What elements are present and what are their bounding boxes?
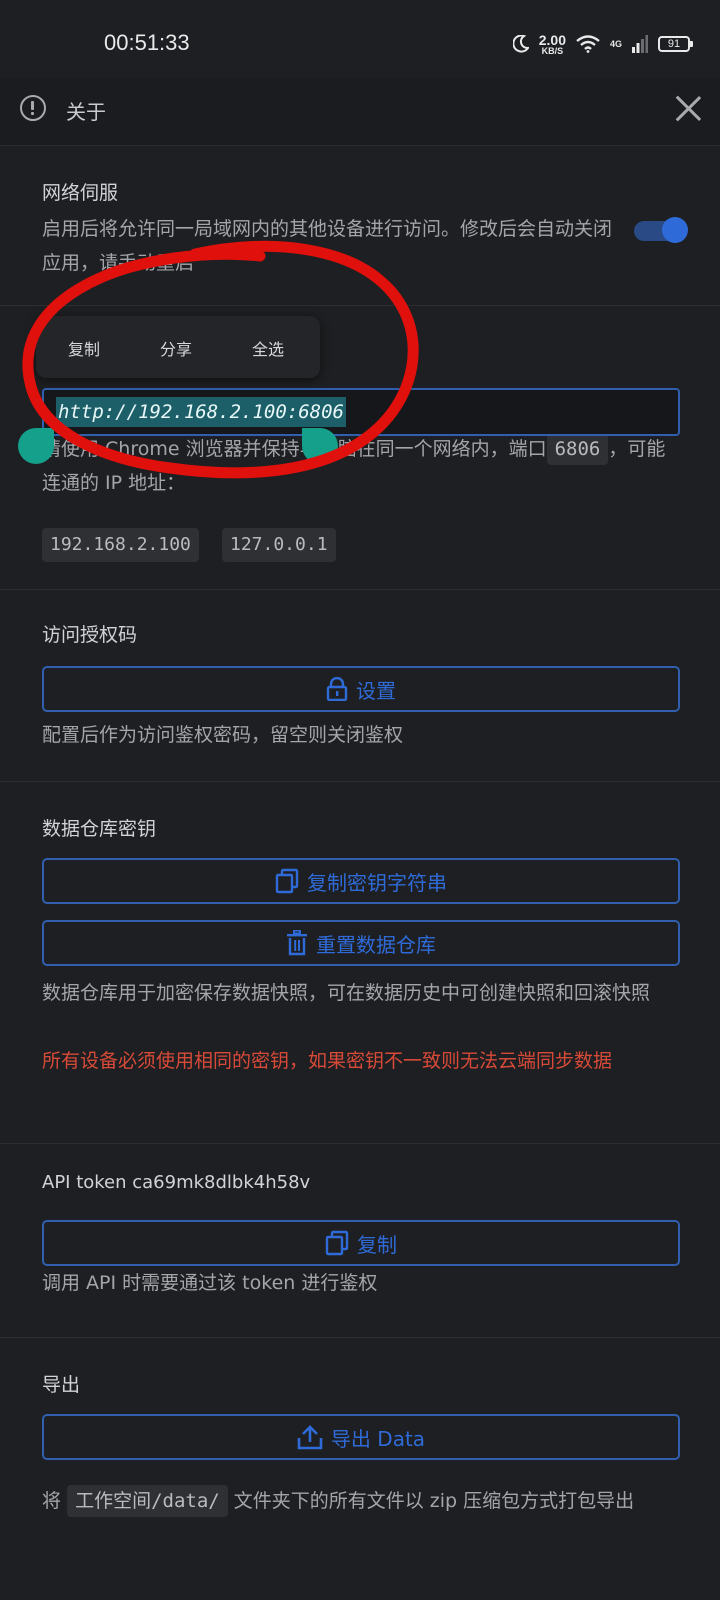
trash-icon [287, 930, 307, 956]
network-service-section: 网络伺服 启用后将允许同一局域网内的其他设备进行访问。修改后会自动关闭应用，请手… [0, 146, 720, 306]
selected-url-text[interactable]: http://192.168.2.100:6806 [56, 397, 346, 427]
copy-icon [325, 1230, 349, 1256]
repo-key-title: 数据仓库密钥 [42, 818, 157, 840]
copy-key-button[interactable]: 复制密钥字符串 [42, 858, 680, 904]
path-chip: 工作空间/data/ [67, 1485, 228, 1517]
close-button[interactable] [674, 94, 702, 122]
upload-icon [297, 1425, 323, 1450]
network-type: 4G [609, 39, 622, 49]
ip-chip[interactable]: 127.0.0.1 [222, 528, 336, 562]
network-service-toggle[interactable] [634, 217, 688, 243]
moon-icon [512, 35, 529, 53]
battery-icon: 91 [658, 36, 693, 52]
info-icon [20, 95, 46, 121]
repo-key-description: 数据仓库用于加密保存数据快照，可在数据历史中可创建快照和回滚快照 [42, 982, 651, 1004]
copy-token-label: 复制 [357, 1232, 397, 1257]
menu-item-copy[interactable]: 复制 [68, 336, 100, 360]
export-data-label: 导出 Data [330, 1426, 426, 1451]
network-service-description: 启用后将允许同一局域网内的其他设备进行访问。修改后会自动关闭应用，请手动重启 [42, 218, 613, 274]
text-context-menu: 复制 分享 全选 [36, 316, 320, 378]
wifi-icon [576, 35, 600, 53]
server-url-field[interactable]: http://192.168.2.100:6806 [42, 388, 680, 436]
export-section: 导出 将 工作空间/data/ 文件夹下的所有文件以 zip 压缩包方式打包导出 [0, 1338, 720, 1600]
auth-code-title: 访问授权码 [42, 624, 138, 646]
status-icons: 2.00 KB/S 4G 91 [512, 30, 693, 58]
lock-icon [326, 677, 348, 701]
dialog-header: 关于 [0, 78, 720, 146]
status-time: 00:51:33 [104, 30, 190, 55]
page-title: 关于 [66, 100, 106, 124]
set-auth-code-label: 设置 [356, 678, 396, 703]
export-title: 导出 [42, 1374, 81, 1396]
ip-chip[interactable]: 192.168.2.100 [42, 528, 199, 562]
auth-code-description: 配置后作为访问鉴权密码，留空则关闭鉴权 [42, 724, 404, 746]
copy-icon [275, 868, 299, 894]
api-token-description: 调用 API 时需要通过该 token 进行鉴权 [42, 1272, 378, 1294]
repo-key-warning: 所有设备必须使用相同的密钥，如果密钥不一致则无法云端同步数据 [42, 1050, 613, 1072]
reset-repo-label: 重置数据仓库 [316, 932, 436, 957]
export-data-button[interactable]: 导出 Data [42, 1414, 680, 1460]
copy-token-button[interactable]: 复制 [42, 1220, 680, 1266]
signal-icon [632, 35, 648, 53]
reset-repo-button[interactable]: 重置数据仓库 [42, 920, 680, 966]
selection-handle-end[interactable] [302, 428, 338, 464]
port-chip: 6806 [546, 433, 609, 465]
access-note: 请使用 Chrome 浏览器并保持与电脑在同一个网络内，端口 6806 ，可能连通的… [42, 432, 682, 500]
network-service-title: 网络伺服 [42, 182, 119, 204]
export-description: 将 工作空间/data/ 文件夹下的所有文件以 zip 压缩包方式打包导出 [42, 1484, 682, 1518]
network-speed: 2.00 KB/S [538, 31, 566, 56]
toggle-thumb [662, 217, 688, 243]
menu-item-select-all[interactable]: 全选 [252, 336, 284, 360]
api-token-title: API token ca69mk8dlbk4h58v [42, 1172, 311, 1193]
set-auth-code-button[interactable]: 设置 [42, 666, 680, 712]
menu-item-share[interactable]: 分享 [160, 336, 192, 360]
selection-handle-start[interactable] [18, 428, 54, 464]
copy-key-label: 复制密钥字符串 [307, 870, 447, 895]
